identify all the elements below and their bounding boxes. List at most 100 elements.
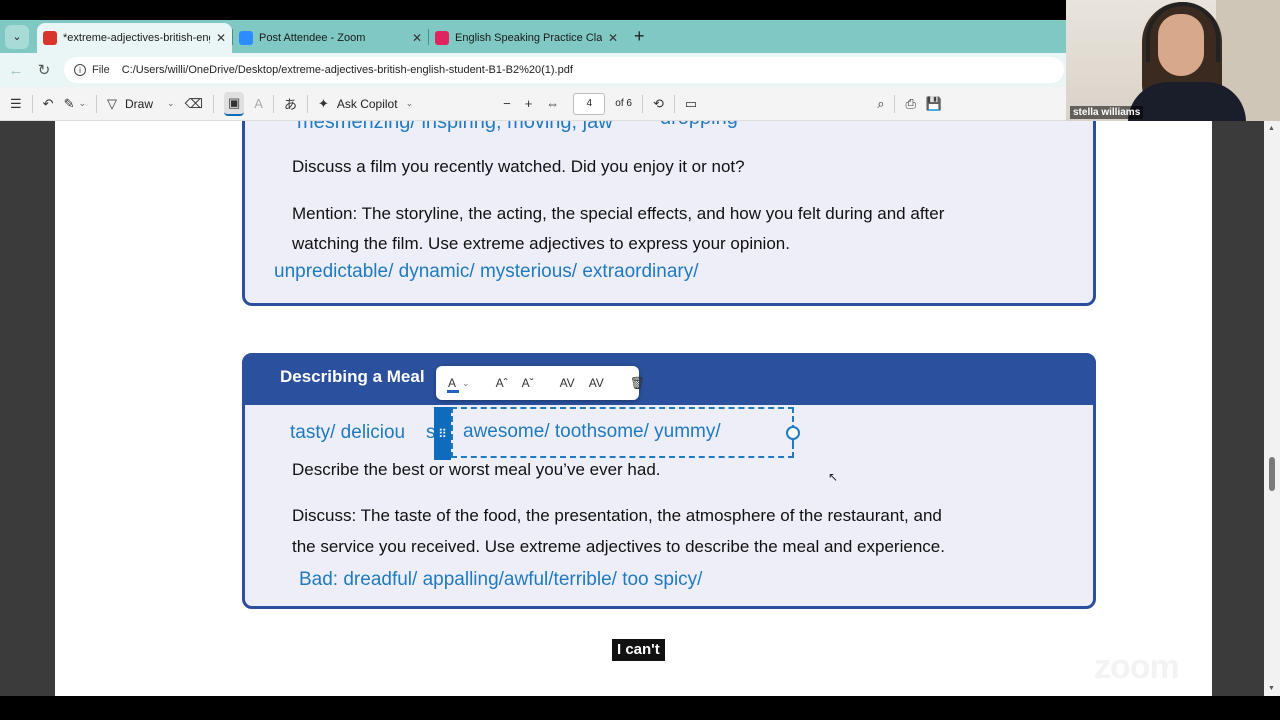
contents-button[interactable]: ☰: [10, 92, 22, 116]
chevron-down-icon[interactable]: ⌄: [406, 98, 414, 109]
translate-button[interactable]: あ: [284, 92, 297, 116]
mouse-pointer-icon: ↖: [828, 470, 839, 484]
reload-icon[interactable]: ↻: [30, 61, 58, 79]
erase-button[interactable]: ⌫: [185, 92, 203, 116]
undo-icon: ↶: [42, 95, 54, 111]
toolbar-divider: [641, 94, 643, 113]
font-color-icon[interactable]: A: [446, 376, 460, 393]
rotate-button[interactable]: ⟲: [653, 92, 664, 116]
video-site-icon: [435, 31, 449, 45]
info-icon[interactable]: i: [74, 64, 86, 76]
vertical-scrollbar[interactable]: ▲ ▼: [1264, 121, 1280, 696]
rotate-icon: ⟲: [652, 95, 664, 111]
close-tab-icon[interactable]: ✕: [412, 31, 422, 45]
selected-text[interactable]: awesome/ toothsome/ yummy/: [463, 421, 721, 443]
back-arrow-icon[interactable]: ←: [2, 62, 30, 79]
participant-name: stella williams: [1070, 106, 1144, 119]
tab-zoom[interactable]: Post Attendee - Zoom ✕: [233, 23, 428, 53]
zoom-logo-icon: [239, 31, 253, 45]
toolbar-divider: [894, 94, 896, 113]
headset-icon: [1146, 2, 1220, 62]
close-tab-icon[interactable]: ✕: [216, 31, 226, 45]
zoom-watermark: zoom: [1094, 648, 1180, 686]
character-spacing-icon[interactable]: AV: [560, 376, 575, 390]
save-icon: 💾: [925, 95, 943, 111]
url-field[interactable]: i File C:/Users/willi/OneDrive/Desktop/e…: [64, 57, 1064, 83]
text-style-icon: A: [254, 96, 263, 111]
toolbar-divider: [306, 94, 308, 113]
toolbar-divider: [96, 94, 98, 113]
translate-icon: あ: [283, 97, 297, 112]
print-button[interactable]: ⎙: [905, 92, 915, 116]
meal-prompt: Describe the best or worst meal you’ve e…: [292, 460, 661, 479]
meal-card-title: Describing a Meal: [280, 367, 425, 386]
film-adjectives-top: mesmerizing/ inspiring, moving, jaw: [297, 121, 613, 133]
film-adjectives: unpredictable/ dynamic/ mysterious/ extr…: [274, 261, 699, 282]
fit-width-icon: ⇔: [546, 96, 560, 111]
increase-font-icon[interactable]: Aˆ: [496, 376, 508, 390]
drag-handle-icon[interactable]: ⠿: [434, 407, 451, 460]
toolbar-divider: [673, 94, 675, 113]
page-number-input[interactable]: 4: [573, 92, 606, 115]
scrollbar-thumb[interactable]: [1269, 457, 1275, 491]
tab-label: *extreme-adjectives-british-englis: [63, 32, 210, 44]
undo-button[interactable]: ↶: [43, 92, 54, 116]
minus-icon: −: [503, 96, 511, 111]
meal-adjectives-left: tasty/ deliciou: [290, 422, 406, 443]
text-format-button[interactable]: A: [254, 92, 263, 116]
eraser-icon: ⌫: [184, 95, 203, 111]
zoom-out-button[interactable]: −: [503, 92, 511, 116]
chevron-down-icon[interactable]: ⌄: [78, 98, 86, 109]
save-button[interactable]: 💾: [926, 92, 942, 116]
draw-button[interactable]: ▽ Draw ⌄: [107, 92, 175, 116]
page-view-icon: ▭: [684, 95, 698, 111]
page-total: of 6: [615, 98, 632, 109]
live-caption: I can't: [612, 639, 665, 661]
meal-discuss-line2: the service you received. Use extreme ad…: [292, 537, 945, 556]
chevron-down-icon[interactable]: ⌄: [167, 98, 175, 109]
participant-body: [1128, 82, 1246, 121]
line-spacing-icon[interactable]: AV: [589, 376, 604, 390]
text-box-selection[interactable]: awesome/ toothsome/ yummy/: [451, 407, 794, 458]
zoom-in-button[interactable]: +: [525, 92, 533, 116]
address-bar-row: ← ↻ i File C:/Users/willi/OneDrive/Deskt…: [0, 53, 1066, 87]
fit-width-button[interactable]: ⇔: [546, 92, 559, 116]
search-icon: ⌕: [877, 95, 885, 111]
highlight-button[interactable]: ✎ ⌄: [64, 92, 86, 116]
film-mention-line1: Mention: The storyline, the acting, the …: [292, 204, 945, 223]
tab-label: English Speaking Practice Class | T: [455, 32, 602, 44]
pdf-file-icon: [43, 31, 57, 45]
toolbar-divider: [31, 94, 33, 113]
scroll-down-arrow-icon[interactable]: ▼: [1268, 685, 1275, 692]
draw-label: Draw: [125, 96, 154, 111]
rotate-handle-icon[interactable]: [786, 426, 800, 446]
add-text-button[interactable]: ▣: [223, 91, 245, 116]
plus-icon: +: [524, 96, 533, 111]
participant-video[interactable]: stella williams: [1066, 0, 1280, 121]
browser-tab-bar: ⌄ *extreme-adjectives-british-englis ✕ P…: [0, 20, 1066, 53]
highlighter-icon: ✎: [63, 95, 75, 111]
toolbar-divider: [272, 94, 274, 113]
decrease-font-icon[interactable]: Aˇ: [522, 376, 534, 390]
meal-discuss-line1: Discuss: The taste of the food, the pres…: [292, 506, 942, 525]
list-icon: ☰: [10, 95, 22, 111]
chevron-down-icon[interactable]: ⌄: [462, 378, 470, 389]
tab-class[interactable]: English Speaking Practice Class | T ✕: [429, 23, 624, 53]
url-text: C:/Users/willi/OneDrive/Desktop/extreme-…: [121, 64, 573, 76]
search-button[interactable]: ⌕: [877, 92, 884, 116]
scroll-up-arrow-icon[interactable]: ▲: [1268, 125, 1275, 132]
film-mention-line2: watching the film. Use extreme adjective…: [292, 234, 790, 253]
film-adjectives-overflow: dropping: [660, 121, 738, 130]
new-tab-plus-icon[interactable]: +: [634, 26, 645, 47]
bottom-strip: [0, 696, 1280, 720]
meal-bad-adjectives: Bad: dreadful/ appalling/awful/terrible/…: [299, 569, 703, 590]
tab-pdf[interactable]: *extreme-adjectives-british-englis ✕: [37, 23, 232, 53]
copilot-icon: ✦: [317, 95, 329, 111]
meal-card-header: Describing a Meal: [242, 353, 1096, 405]
ask-copilot-button[interactable]: ✦ Ask Copilot ⌄: [318, 92, 413, 116]
tab-actions-chevron-icon[interactable]: ⌄: [5, 24, 29, 49]
copilot-label: Ask Copilot: [336, 96, 398, 111]
page-view-button[interactable]: ▭: [685, 92, 697, 116]
close-tab-icon[interactable]: ✕: [608, 31, 618, 45]
delete-icon[interactable]: 🗑: [630, 376, 645, 390]
